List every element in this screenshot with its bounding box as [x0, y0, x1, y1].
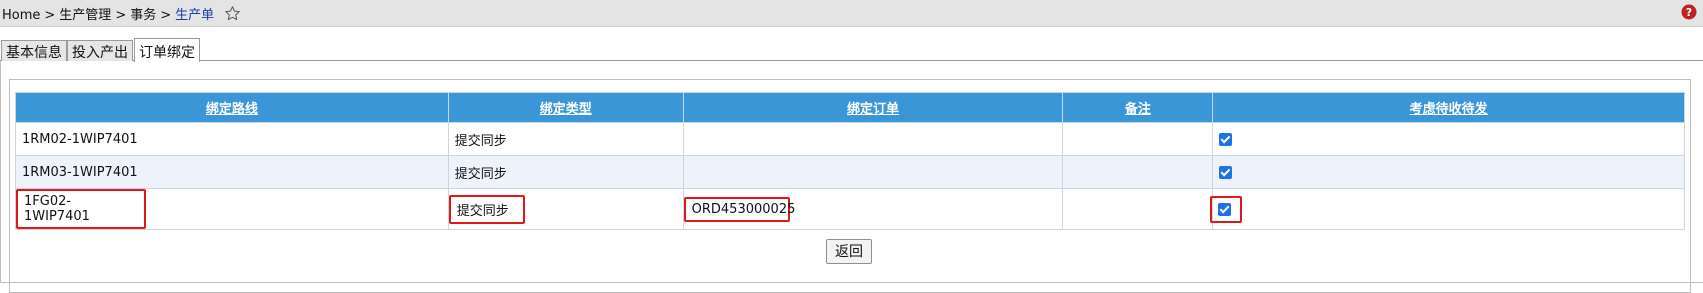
- help-icon[interactable]: ?: [1681, 4, 1697, 20]
- cell-order: [682, 122, 1064, 156]
- cell-consider: [1212, 155, 1685, 189]
- breadcrumb-separator: >: [160, 8, 172, 23]
- column-header-type[interactable]: 绑定类型: [447, 92, 684, 123]
- breadcrumb-transactions[interactable]: 事务: [130, 8, 156, 23]
- svg-text:?: ?: [1686, 6, 1692, 19]
- breadcrumb-home[interactable]: Home: [2, 8, 40, 23]
- highlighted-checkbox: [1210, 195, 1243, 223]
- breadcrumb-production-management[interactable]: 生产管理: [59, 8, 111, 23]
- cell-order: [682, 155, 1064, 189]
- checkbox-checked[interactable]: [1218, 202, 1232, 216]
- highlighted-route: 1FG02-1WIP7401: [16, 189, 146, 229]
- cell-remark: [1062, 122, 1214, 156]
- cell-type: 提交同步: [447, 188, 684, 230]
- cell-order: ORD453000025: [682, 188, 1064, 230]
- checkbox-checked[interactable]: [1219, 132, 1233, 146]
- cell-consider: [1210, 188, 1685, 230]
- breadcrumb: Home > 生产管理 > 事务 > 生产单: [2, 4, 241, 23]
- cell-route: 1RM03-1WIP7401: [15, 155, 449, 189]
- table-row: 1RM02-1WIP7401 提交同步: [15, 122, 1685, 156]
- back-button[interactable]: 返回: [826, 239, 872, 264]
- checkbox-checked[interactable]: [1219, 165, 1233, 179]
- cell-route: 1RM02-1WIP7401: [15, 122, 449, 156]
- star-outline-icon[interactable]: [224, 5, 241, 22]
- table-row: 1RM03-1WIP7401 提交同步: [15, 155, 1685, 189]
- cell-remark: [1062, 155, 1214, 189]
- breadcrumb-separator: >: [115, 8, 127, 23]
- cell-type: 提交同步: [447, 122, 684, 156]
- binding-table: 绑定路线 绑定类型 绑定订单 备注 考虑待收待发 1RM02-1WIP7401 …: [15, 92, 1685, 230]
- tab-basic-info[interactable]: 基本信息: [1, 40, 67, 61]
- column-header-consider[interactable]: 考虑待收待发: [1212, 92, 1685, 123]
- highlighted-order: ORD453000025: [683, 196, 795, 222]
- breadcrumb-separator: >: [44, 8, 56, 23]
- column-header-order[interactable]: 绑定订单: [682, 92, 1064, 123]
- top-bar: Home > 生产管理 > 事务 > 生产单 ?: [0, 0, 1703, 27]
- column-header-remark[interactable]: 备注: [1062, 92, 1214, 123]
- tab-order-binding[interactable]: 订单绑定: [134, 38, 200, 62]
- tab-input-output[interactable]: 投入产出: [67, 40, 133, 61]
- table-header-row: 绑定路线 绑定类型 绑定订单 备注 考虑待收待发: [15, 92, 1685, 123]
- cell-route: 1FG02-1WIP7401: [15, 188, 449, 230]
- cell-consider: [1212, 122, 1685, 156]
- highlighted-type: 提交同步: [448, 194, 525, 224]
- tab-strip: 基本信息 投入产出 订单绑定: [0, 38, 1703, 62]
- breadcrumb-current: 生产单: [175, 8, 215, 23]
- cell-type: 提交同步: [447, 155, 684, 189]
- column-header-route[interactable]: 绑定路线: [15, 92, 449, 123]
- cell-remark: [1062, 188, 1214, 230]
- table-row: 1FG02-1WIP7401 提交同步 ORD453000025: [15, 188, 1685, 230]
